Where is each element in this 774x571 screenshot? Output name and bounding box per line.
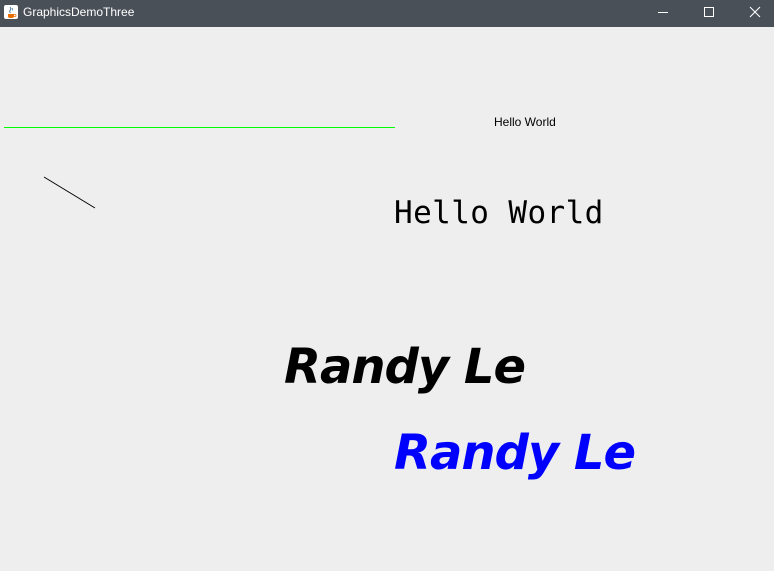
hello-world-small-text: Hello World	[494, 115, 556, 129]
randy-le-black-text: Randy Le	[284, 339, 526, 395]
randy-le-blue-text: Randy Le	[394, 425, 636, 481]
close-icon	[749, 5, 761, 23]
window-title: GraphicsDemoThree	[23, 5, 135, 19]
java-app-icon	[3, 4, 19, 20]
canvas-shapes	[4, 127, 395, 209]
minimize-button[interactable]	[640, 0, 686, 27]
title-bar[interactable]: GraphicsDemoThree	[0, 0, 774, 27]
diagonal-line	[43, 176, 96, 209]
maximize-icon	[703, 5, 715, 23]
minimize-icon	[657, 5, 669, 23]
drawing-canvas: Hello World Hello World Randy Le Randy L…	[0, 27, 774, 571]
app-window: GraphicsDemoThree Hello World Hello Worl…	[0, 0, 774, 571]
hello-world-mono-text: Hello World	[394, 195, 604, 231]
maximize-button[interactable]	[686, 0, 732, 27]
close-button[interactable]	[732, 0, 774, 27]
